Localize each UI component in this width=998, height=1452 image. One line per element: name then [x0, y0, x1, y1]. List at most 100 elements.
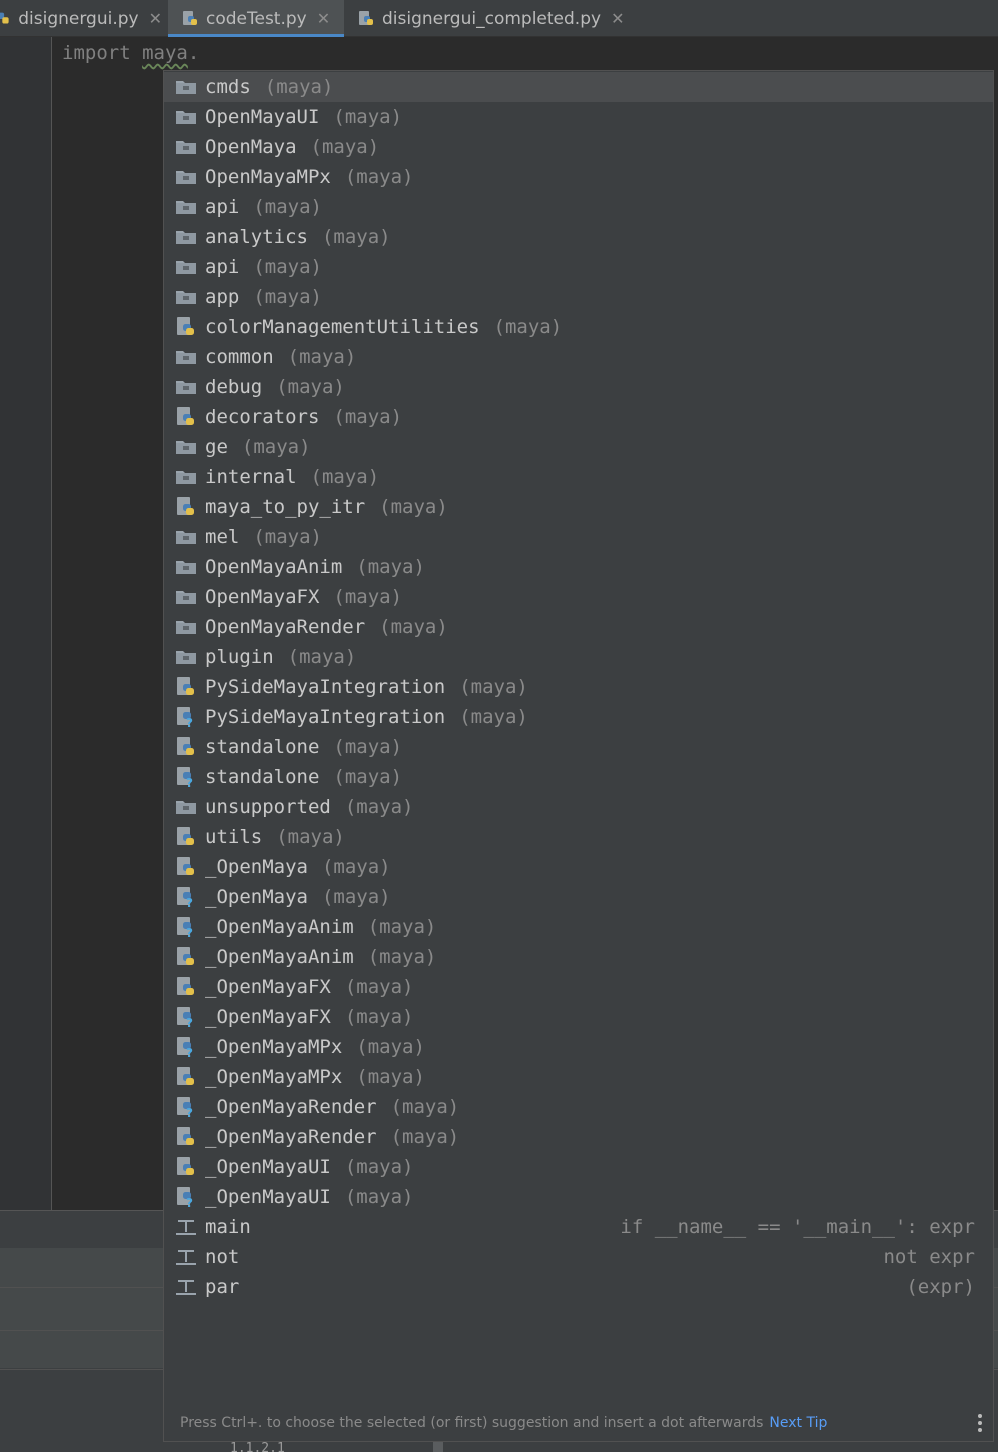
completion-item[interactable]: OpenMayaFX (maya) — [164, 582, 993, 612]
more-options-icon[interactable] — [977, 1413, 983, 1433]
completion-item[interactable]: ge (maya) — [164, 432, 993, 462]
completion-item[interactable]: maya_to_py_itr (maya) — [164, 492, 993, 522]
python-file-icon — [0, 12, 9, 24]
completion-item[interactable]: decorators (maya) — [164, 402, 993, 432]
completion-item-context: (maya) — [333, 106, 403, 128]
completion-item-name: common — [205, 346, 274, 368]
completion-item[interactable]: utils (maya) — [164, 822, 993, 852]
completion-item-name: PySideMayaIntegration — [205, 676, 446, 698]
editor-tab-bar: disignergui.py ✕ codeTest.py ✕ disignerg… — [0, 0, 998, 37]
next-tip-link[interactable]: Next Tip — [769, 1415, 827, 1431]
completion-item[interactable]: ? standalone (maya) — [164, 762, 993, 792]
completion-item-name: OpenMayaRender — [205, 616, 366, 638]
completion-item[interactable]: colorManagementUtilities (maya) — [164, 312, 993, 342]
completion-item[interactable]: cmds (maya) — [164, 72, 993, 102]
footer-hint: Press Ctrl+. to choose the selected (or … — [180, 1415, 764, 1431]
python-file-icon — [175, 316, 197, 338]
completion-item[interactable]: OpenMayaMPx (maya) — [164, 162, 993, 192]
package-icon — [175, 76, 197, 98]
completion-item-name: decorators — [205, 406, 320, 428]
completion-item[interactable]: _OpenMayaFX (maya) — [164, 972, 993, 1002]
python-stub-icon: ? — [175, 1006, 197, 1030]
live-template-icon — [175, 1216, 197, 1238]
completion-item[interactable]: OpenMayaUI (maya) — [164, 102, 993, 132]
completion-item-template: (expr) — [906, 1276, 975, 1298]
package-icon — [175, 436, 197, 458]
completion-item-name: standalone — [205, 736, 320, 758]
completion-item[interactable]: ? _OpenMayaMPx (maya) — [164, 1032, 993, 1062]
completion-item[interactable]: OpenMaya (maya) — [164, 132, 993, 162]
completion-item-context: (maya) — [264, 76, 334, 98]
python-file-icon — [175, 496, 197, 518]
svg-text:?: ? — [186, 1196, 193, 1208]
completion-item-name: OpenMayaUI — [205, 106, 320, 128]
completion-item-name: internal — [205, 466, 297, 488]
completion-item[interactable]: OpenMayaAnim (maya) — [164, 552, 993, 582]
completion-item-context: (maya) — [459, 706, 528, 728]
code-dot: . — [187, 42, 200, 64]
tab-disignergui[interactable]: disignergui.py ✕ — [0, 0, 162, 37]
completion-item[interactable]: ? _OpenMayaUI (maya) — [164, 1182, 993, 1212]
completion-item[interactable]: main if __name__ == '__main__': expr — [164, 1212, 993, 1242]
completion-item[interactable]: ? _OpenMayaRender (maya) — [164, 1092, 993, 1122]
completion-item[interactable]: debug (maya) — [164, 372, 993, 402]
completion-item[interactable]: mel (maya) — [164, 522, 993, 552]
completion-item-name: _OpenMayaRender — [205, 1126, 377, 1148]
completion-item[interactable]: _OpenMayaRender (maya) — [164, 1122, 993, 1152]
scrollbar-thumb[interactable] — [433, 1442, 443, 1452]
completion-item-context: (maya) — [356, 1066, 425, 1088]
completion-item-name: standalone — [205, 766, 320, 788]
completion-item-context: (maya) — [310, 466, 380, 488]
completion-item-context: (maya) — [241, 436, 311, 458]
completion-item[interactable]: PySideMayaIntegration (maya) — [164, 672, 993, 702]
close-icon[interactable]: ✕ — [611, 9, 624, 28]
completion-item[interactable]: ? PySideMayaIntegration (maya) — [164, 702, 993, 732]
python-file-icon — [175, 946, 197, 968]
completion-item-name: _OpenMayaFX — [205, 976, 331, 998]
package-icon — [175, 646, 197, 668]
completion-item[interactable]: ? _OpenMayaAnim (maya) — [164, 912, 993, 942]
completion-item-name: api — [205, 256, 240, 278]
completion-item[interactable]: api (maya) — [164, 252, 993, 282]
completion-item[interactable]: standalone (maya) — [164, 732, 993, 762]
completion-item[interactable]: _OpenMayaMPx (maya) — [164, 1062, 993, 1092]
completion-item[interactable]: api (maya) — [164, 192, 993, 222]
completion-item[interactable]: ? _OpenMaya (maya) — [164, 882, 993, 912]
close-icon[interactable]: ✕ — [149, 9, 162, 28]
completion-item[interactable]: ? _OpenMayaFX (maya) — [164, 1002, 993, 1032]
completion-item-context: (maya) — [390, 1126, 460, 1148]
package-icon — [175, 226, 197, 248]
completion-item-name: api — [205, 196, 240, 218]
completion-item[interactable]: _OpenMayaAnim (maya) — [164, 942, 993, 972]
completion-item-name: OpenMayaFX — [205, 586, 320, 608]
package-icon — [175, 586, 197, 608]
completion-item[interactable]: internal (maya) — [164, 462, 993, 492]
svg-text:?: ? — [186, 716, 193, 728]
svg-text:?: ? — [186, 896, 193, 908]
completion-item-template: not expr — [883, 1246, 975, 1268]
python-file-icon — [175, 736, 197, 758]
completion-item[interactable]: plugin (maya) — [164, 642, 993, 672]
completion-item[interactable]: _OpenMayaUI (maya) — [164, 1152, 993, 1182]
completion-item[interactable]: unsupported (maya) — [164, 792, 993, 822]
completion-item[interactable]: _OpenMaya (maya) — [164, 852, 993, 882]
completion-item[interactable]: app (maya) — [164, 282, 993, 312]
completion-item-name: app — [205, 286, 240, 308]
completion-item-name: plugin — [205, 646, 274, 668]
close-icon[interactable]: ✕ — [317, 9, 330, 28]
tab-disignergui-completed[interactable]: disignergui_completed.py ✕ — [358, 0, 628, 37]
completion-item[interactable]: common (maya) — [164, 342, 993, 372]
completion-item-context: (maya) — [344, 1186, 414, 1208]
completion-item[interactable]: par (expr) — [164, 1272, 993, 1302]
python-file-icon — [359, 10, 373, 25]
completion-item[interactable]: not not expr — [164, 1242, 993, 1272]
keyword-import: import — [62, 42, 131, 64]
completion-item-context: (maya) — [459, 676, 528, 698]
completion-item-context: (maya) — [356, 1036, 425, 1058]
tab-codetest[interactable]: codeTest.py ✕ — [168, 0, 344, 37]
completion-item-name: PySideMayaIntegration — [205, 706, 446, 728]
completion-item-context: (maya) — [253, 526, 322, 548]
completion-item[interactable]: OpenMayaRender (maya) — [164, 612, 993, 642]
python-file-icon — [175, 406, 197, 428]
completion-item[interactable]: analytics (maya) — [164, 222, 993, 252]
